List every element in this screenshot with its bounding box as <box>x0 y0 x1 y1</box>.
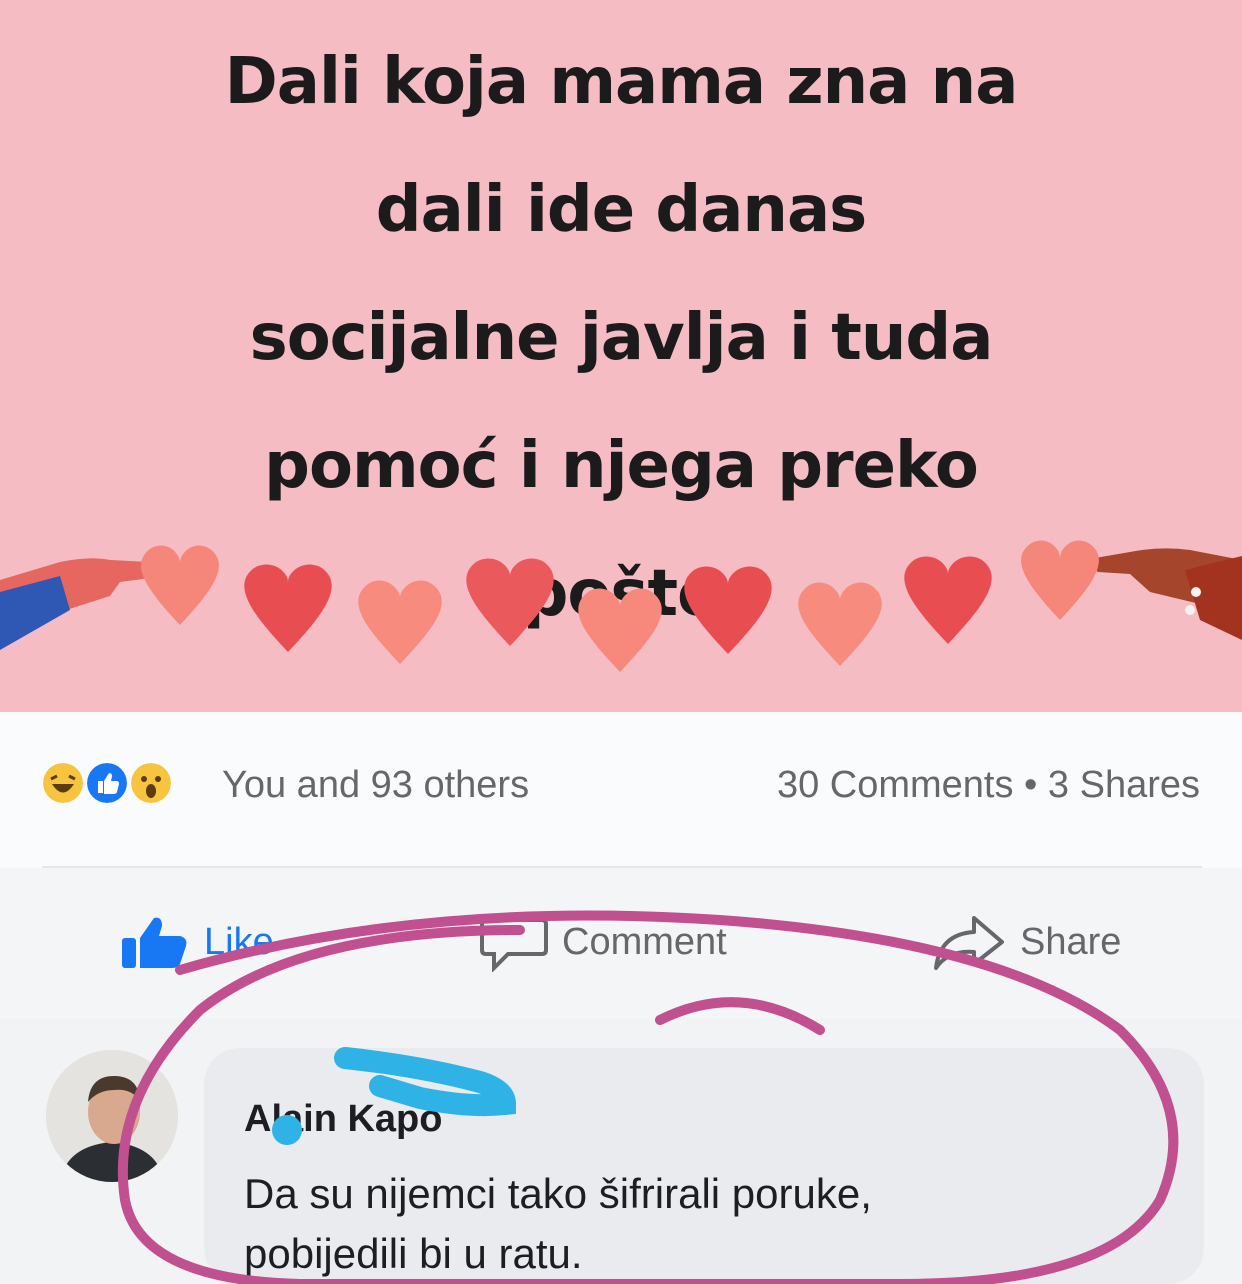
reactions-count[interactable]: You and 93 others <box>222 764 529 807</box>
heart-icon <box>358 580 442 664</box>
comment-bubble-icon <box>480 918 548 972</box>
post-stats-bar: You and 93 others 30 Comments • 3 Shares <box>0 712 1242 868</box>
share-arrow-icon <box>934 916 1004 970</box>
share-label: Share <box>1020 920 1122 963</box>
heart-icon <box>244 564 332 652</box>
comment-section: Alain Kapo Da su nijemci tako šifrirali … <box>0 1018 1242 1284</box>
heart-icon <box>141 545 219 625</box>
heart-icon <box>466 558 554 646</box>
right-sleeve-icon <box>1185 556 1242 640</box>
avatar[interactable] <box>46 1050 178 1182</box>
post-text-line: Dali koja mama zna na <box>224 45 1019 119</box>
comment-text-line: pobijedili bi u ratu. <box>244 1230 583 1277</box>
heart-icon <box>798 582 882 666</box>
heart-icon <box>904 556 992 644</box>
like-icon <box>84 760 130 806</box>
comment-label: Comment <box>562 920 727 963</box>
wow-icon <box>128 760 174 806</box>
post-image[interactable]: Dali koja mama zna na dali ide danas soc… <box>0 0 1242 712</box>
heart-icon <box>578 588 662 672</box>
post-text-line: socijalne javlja i tuda <box>249 301 994 375</box>
hearts-garland-illustration <box>0 540 1242 672</box>
like-label: Like <box>204 920 274 963</box>
comments-shares-count[interactable]: 30 Comments • 3 Shares <box>777 764 1200 807</box>
heart-icon <box>1021 540 1099 620</box>
thumbs-up-icon <box>122 917 187 968</box>
comment-text-line: Da su nijemci tako šifrirali poruke, <box>244 1170 872 1217</box>
comment-bubble[interactable]: Alain Kapo Da su nijemci tako šifrirali … <box>204 1048 1204 1284</box>
comment-button[interactable]: Comment <box>480 912 727 972</box>
post-action-bar: Like Comment Share <box>0 868 1242 1018</box>
heart-icon <box>684 566 772 654</box>
reaction-icons[interactable] <box>40 760 174 806</box>
user-photo <box>46 1050 178 1182</box>
share-button[interactable]: Share <box>930 912 1121 972</box>
like-button[interactable]: Like <box>118 912 274 972</box>
comment-author[interactable]: Alain Kapo <box>244 1098 442 1141</box>
comment-text: Da su nijemci tako šifrirali poruke, pob… <box>244 1164 1144 1284</box>
haha-icon <box>40 760 86 806</box>
post-text-line: dali ide danas <box>375 173 867 247</box>
